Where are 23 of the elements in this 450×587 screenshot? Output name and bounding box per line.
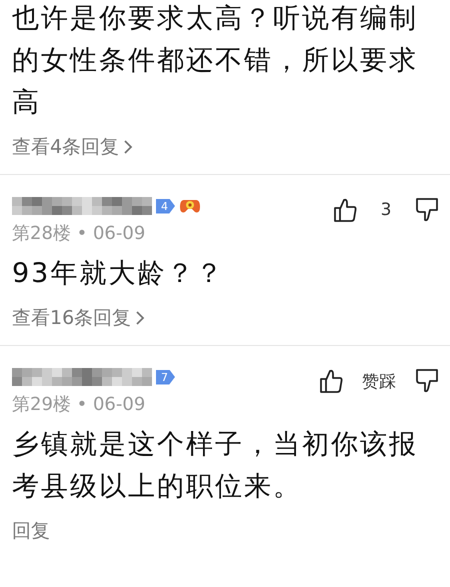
like-button[interactable] [332, 197, 358, 223]
like-button[interactable] [318, 368, 344, 394]
thumbs-down-icon [414, 197, 440, 223]
thumbs-down-icon [414, 368, 440, 394]
comment-text: 乡镇就是这个样子，当初你该报考县级以上的职位来。 [12, 428, 419, 504]
reply-link[interactable]: 查看4条回复 [12, 134, 134, 160]
vote-count: 赞踩 [362, 370, 396, 392]
reply-link[interactable]: 回复 [12, 518, 50, 544]
thumbs-up-icon [318, 368, 344, 394]
chevron-icon [123, 139, 134, 155]
post-meta: 第29楼 • 06-09 [12, 393, 146, 416]
chevron-icon [135, 310, 146, 326]
reply-link[interactable]: 查看16条回复 [12, 305, 146, 331]
vote-count: 3 [380, 200, 392, 220]
post-meta: 第28楼 • 06-09 [12, 222, 146, 245]
thumbs-up-icon [332, 197, 358, 223]
level-badge: 7 [156, 370, 175, 384]
dislike-button[interactable] [414, 197, 440, 223]
comment-text: 也许是你要求太高？听说有编制的女性条件都还不错，所以要求高 [12, 2, 419, 120]
level-badge: 4 [156, 198, 175, 214]
dislike-button[interactable] [414, 368, 440, 394]
gamepad-icon [179, 197, 201, 215]
comment-text: 93年就大龄？？ [12, 257, 226, 291]
